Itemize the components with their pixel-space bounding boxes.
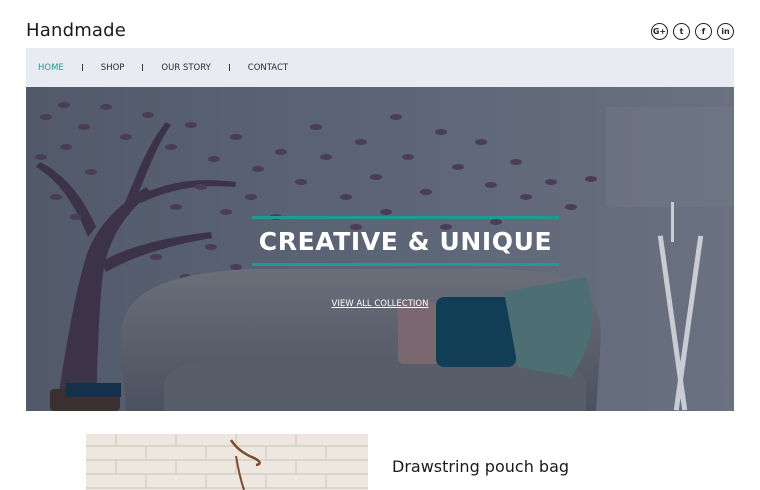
nav-item-contact[interactable]: CONTACT bbox=[248, 63, 288, 73]
linkedin-icon[interactable]: in bbox=[717, 23, 734, 40]
view-all-collection-link[interactable]: VIEW ALL COLLECTION bbox=[26, 299, 734, 309]
google-plus-icon[interactable]: G+ bbox=[651, 23, 668, 40]
hero-banner: CREATIVE & UNIQUE VIEW ALL COLLECTION bbox=[26, 87, 734, 411]
brick-wall-image bbox=[86, 434, 368, 490]
brand-logo[interactable]: Handmade bbox=[26, 20, 126, 41]
nav-item-home[interactable]: HOME bbox=[38, 63, 64, 73]
product-image[interactable] bbox=[86, 434, 368, 490]
product-title[interactable]: Drawstring pouch bag bbox=[392, 457, 569, 476]
nav-item-shop[interactable]: SHOP bbox=[101, 63, 125, 73]
social-links: G+ t f in bbox=[651, 23, 734, 40]
nav-divider bbox=[228, 64, 230, 71]
facebook-icon[interactable]: f bbox=[695, 23, 712, 40]
twitter-icon[interactable]: t bbox=[673, 23, 690, 40]
hero-title: CREATIVE & UNIQUE bbox=[252, 216, 559, 266]
nav-item-our-story[interactable]: OUR STORY bbox=[161, 63, 210, 73]
nav-divider bbox=[81, 64, 83, 71]
nav-divider bbox=[142, 64, 144, 71]
main-nav: HOME SHOP OUR STORY CONTACT bbox=[26, 48, 734, 87]
